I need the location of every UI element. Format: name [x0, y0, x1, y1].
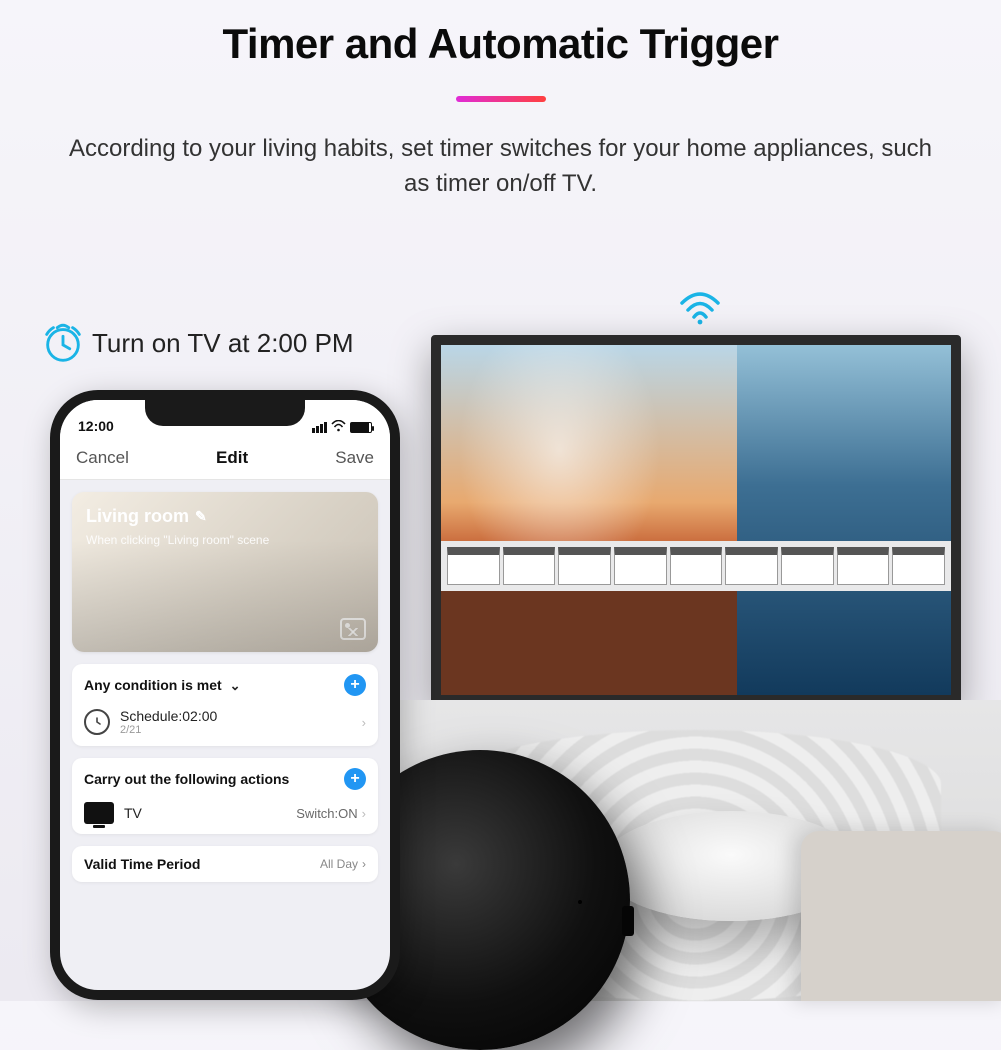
action-row-tv[interactable]: TV Switch:ON ›	[84, 794, 366, 824]
page-header: Timer and Automatic Trigger According to…	[0, 0, 1001, 202]
tv-illustration	[431, 335, 961, 705]
conditions-card: Any condition is met ⌄ + Schedule:02:00 …	[72, 664, 378, 746]
page-subtitle: According to your living habits, set tim…	[0, 132, 1001, 202]
actions-title: Carry out the following actions	[84, 771, 289, 787]
clock-outline-icon	[84, 709, 110, 735]
valid-time-value: All Day	[320, 857, 358, 871]
chevron-down-icon: ⌄	[230, 678, 241, 693]
chevron-right-icon: ›	[362, 715, 366, 730]
wifi-icon	[679, 290, 721, 335]
scene-name: Living room	[86, 506, 189, 527]
valid-time-label: Valid Time Period	[84, 856, 200, 872]
scene-hero-card[interactable]: Living room ✎ When clicking "Living room…	[72, 492, 378, 652]
timer-caption: Turn on TV at 2:00 PM	[40, 320, 354, 366]
page-title: Timer and Automatic Trigger	[0, 20, 1001, 68]
clock-icon	[40, 320, 86, 366]
accent-divider	[456, 96, 546, 102]
cancel-button[interactable]: Cancel	[76, 448, 129, 468]
scene-description: When clicking "Living room" scene	[86, 533, 364, 547]
wifi-status-icon	[331, 420, 346, 434]
cellular-icon	[312, 422, 327, 433]
screen-title: Edit	[216, 448, 248, 468]
status-indicators	[312, 420, 372, 434]
add-action-button[interactable]: +	[344, 768, 366, 790]
action-value: Switch:ON	[296, 806, 357, 821]
save-button[interactable]: Save	[335, 448, 374, 468]
chevron-right-icon: ›	[362, 806, 366, 821]
schedule-row[interactable]: Schedule:02:00 2/21 ›	[84, 700, 366, 736]
actions-card: Carry out the following actions + TV Swi…	[72, 758, 378, 834]
schedule-label: Schedule:02:00	[120, 708, 217, 724]
status-time: 12:00	[78, 418, 114, 434]
pencil-icon[interactable]: ✎	[195, 508, 207, 525]
add-condition-button[interactable]: +	[344, 674, 366, 696]
schedule-date: 2/21	[120, 724, 217, 736]
image-icon[interactable]	[340, 618, 366, 640]
screen-nav: Cancel Edit Save	[60, 436, 390, 480]
timer-caption-text: Turn on TV at 2:00 PM	[92, 328, 354, 359]
phone-notch	[145, 400, 305, 426]
valid-time-card[interactable]: Valid Time Period All Day ›	[72, 846, 378, 882]
tv-icon	[84, 802, 114, 824]
chevron-right-icon: ›	[362, 857, 366, 871]
battery-icon	[350, 422, 372, 433]
conditions-dropdown[interactable]: Any condition is met ⌄	[84, 677, 240, 694]
phone-mockup: 12:00 Cancel Edit Save Living room ✎ Whe…	[50, 390, 400, 1000]
action-device-label: TV	[124, 805, 142, 821]
